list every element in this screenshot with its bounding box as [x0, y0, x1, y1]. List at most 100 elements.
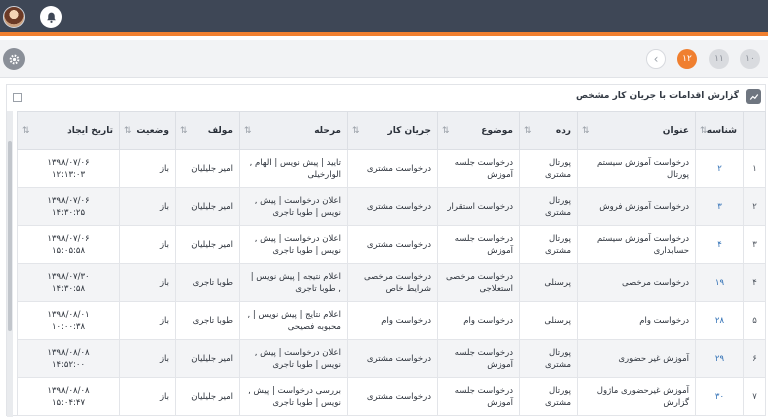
- row-stage: تایید | پیش نویس | الهام , الوارخیلی: [239, 149, 348, 188]
- row-stage: اعلام نتیجه | پیش نویس | , طوبا تاجری: [239, 263, 348, 302]
- row-category: پورتال مشتری: [519, 225, 578, 264]
- row-created-date: ۱۳۹۸/۰۸/۰۸: [47, 347, 90, 358]
- table-row[interactable]: ۱ ۲ درخواست آموزش سیستم پورتال پورتال مش…: [17, 149, 766, 188]
- report-panel: گزارش اقدامات با جریان کار مشخص شناسه ⇅ ع…: [6, 84, 766, 417]
- row-workflow: درخواست مشتری: [347, 187, 438, 226]
- row-status: باز: [119, 301, 176, 340]
- column-header-row-number: [743, 111, 766, 150]
- column-header-status[interactable]: وضعیت ⇅: [119, 111, 176, 150]
- table-row[interactable]: ۵ ۲۸ درخواست وام پرسنلی درخواست وام درخو…: [17, 301, 766, 340]
- row-status: باز: [119, 187, 176, 226]
- row-status: باز: [119, 339, 176, 378]
- row-created-date: ۱۳۹۸/۰۷/۰۶: [47, 157, 90, 168]
- column-header-subject[interactable]: موضوع ⇅: [437, 111, 520, 150]
- row-id-link[interactable]: ۴: [695, 225, 744, 264]
- row-number: ۷: [743, 377, 766, 416]
- sort-icon[interactable]: ⇅: [442, 126, 450, 136]
- sort-icon[interactable]: ⇅: [124, 126, 132, 136]
- row-created-date: ۱۳۹۸/۰۸/۰۱: [47, 309, 90, 320]
- row-created: ۱۳۹۸/۰۸/۰۱ ۱۰:۰۰:۳۸: [17, 301, 120, 340]
- row-created: ۱۳۹۸/۰۸/۰۸ ۱۵:۰۴:۴۷: [17, 377, 120, 416]
- row-created-date: ۱۳۹۸/۰۷/۰۶: [47, 195, 90, 206]
- page-button-10[interactable]: ۱۰: [740, 49, 760, 69]
- row-title: درخواست وام: [577, 301, 696, 340]
- page-button-11[interactable]: ۱۱: [709, 49, 729, 69]
- row-id-link[interactable]: ۱۹: [695, 263, 744, 302]
- bell-icon[interactable]: [40, 6, 62, 28]
- row-number: ۱: [743, 149, 766, 188]
- row-author: امیر جلیلیان: [175, 149, 240, 188]
- row-subject: درخواست جلسه آموزش: [437, 225, 520, 264]
- column-header-title[interactable]: عنوان ⇅: [577, 111, 696, 150]
- row-title: آموزش غیر حضوری: [577, 339, 696, 378]
- row-created-time: ۱۴:۳۰:۲۵: [51, 207, 86, 218]
- sort-icon[interactable]: ⇅: [524, 126, 532, 136]
- sort-icon[interactable]: ⇅: [700, 126, 708, 136]
- sort-icon[interactable]: ⇅: [582, 126, 590, 136]
- row-workflow: درخواست مشتری: [347, 225, 438, 264]
- row-title: درخواست آموزش سیستم پورتال: [577, 149, 696, 188]
- row-stage: اعلام نتایج | پیش نویس | , محبوبه فصیحی: [239, 301, 348, 340]
- report-chart-icon: [746, 89, 761, 104]
- row-created: ۱۳۹۸/۰۷/۰۶ ۱۲:۱۳:۰۳: [17, 149, 120, 188]
- table-row[interactable]: ۶ ۲۹ آموزش غیر حضوری پورتال مشتری درخواس…: [17, 339, 766, 378]
- row-category: پرسنلی: [519, 301, 578, 340]
- row-created-time: ۱۵:۰۵:۵۸: [51, 245, 86, 256]
- table-row[interactable]: ۳ ۴ درخواست آموزش سیستم حسابداری پورتال …: [17, 225, 766, 264]
- table-row[interactable]: ۲ ۳ درخواست آموزش فروش پورتال مشتری درخو…: [17, 187, 766, 226]
- column-header-id[interactable]: شناسه ⇅: [695, 111, 744, 150]
- row-workflow: درخواست مرخصی شرایط خاص: [347, 263, 438, 302]
- row-created-time: ۱۲:۱۳:۰۳: [51, 169, 86, 180]
- row-stage: بررسی درخواست | پیش , نویس | طوبا تاجری: [239, 377, 348, 416]
- gear-icon[interactable]: [3, 48, 25, 70]
- row-stage: اعلان درخواست | پیش , نویس | طوبا تاجری: [239, 187, 348, 226]
- row-created-time: ۱۰:۰۰:۳۸: [51, 321, 86, 332]
- sort-icon[interactable]: ⇅: [180, 126, 188, 136]
- row-created: ۱۳۹۸/۰۷/۰۶ ۱۴:۳۰:۲۵: [17, 187, 120, 226]
- row-author: امیر جلیلیان: [175, 225, 240, 264]
- sort-icon[interactable]: ⇅: [22, 126, 30, 136]
- table-row[interactable]: ۴ ۱۹ درخواست مرخصی پرسنلی درخواست مرخصی …: [17, 263, 766, 302]
- row-id-link[interactable]: ۲: [695, 149, 744, 188]
- row-category: پورتال مشتری: [519, 377, 578, 416]
- scrollbar-thumb[interactable]: [8, 141, 12, 331]
- row-author: امیر جلیلیان: [175, 377, 240, 416]
- sort-icon[interactable]: ⇅: [244, 126, 252, 136]
- page-button-12[interactable]: ۱۲: [677, 49, 697, 69]
- column-header-stage[interactable]: مرحله ⇅: [239, 111, 348, 150]
- row-author: طوبا تاجری: [175, 301, 240, 340]
- row-number: ۲: [743, 187, 766, 226]
- table-row[interactable]: ۷ ۳۰ آموزش غیرحضوری ماژول گزارش پورتال م…: [17, 377, 766, 416]
- row-created-date: ۱۳۹۸/۰۸/۰۸: [47, 385, 90, 396]
- row-id-link[interactable]: ۲۸: [695, 301, 744, 340]
- row-created-time: ۱۴:۳۰:۵۸: [51, 283, 86, 294]
- row-workflow: درخواست مشتری: [347, 339, 438, 378]
- sort-icon[interactable]: ⇅: [352, 126, 360, 136]
- row-subject: درخواست استقرار: [437, 187, 520, 226]
- select-all-checkbox[interactable]: [13, 93, 22, 102]
- row-id-link[interactable]: ۳۰: [695, 377, 744, 416]
- row-number: ۳: [743, 225, 766, 264]
- row-id-link[interactable]: ۳: [695, 187, 744, 226]
- row-id-link[interactable]: ۲۹: [695, 339, 744, 378]
- row-status: باز: [119, 149, 176, 188]
- row-category: پورتال مشتری: [519, 149, 578, 188]
- row-created: ۱۳۹۸/۰۷/۳۰ ۱۴:۳۰:۵۸: [17, 263, 120, 302]
- vertical-scrollbar[interactable]: [7, 111, 13, 417]
- row-workflow: درخواست مشتری: [347, 377, 438, 416]
- row-workflow: درخواست وام: [347, 301, 438, 340]
- column-header-created[interactable]: تاریخ ایجاد ⇅: [17, 111, 120, 150]
- top-bar: [0, 0, 768, 36]
- row-number: ۵: [743, 301, 766, 340]
- column-header-workflow[interactable]: جریان کار ⇅: [347, 111, 438, 150]
- column-header-author[interactable]: مولف ⇅: [175, 111, 240, 150]
- row-subject: درخواست جلسه آموزش: [437, 339, 520, 378]
- row-created: ۱۳۹۸/۰۸/۰۸ ۱۴:۵۲:۰۰: [17, 339, 120, 378]
- column-header-category[interactable]: رده ⇅: [519, 111, 578, 150]
- table-header-row: شناسه ⇅ عنوان ⇅ رده ⇅ موضوع ⇅ جریان کار ⇅ مرح…: [17, 111, 766, 150]
- row-author: امیر جلیلیان: [175, 187, 240, 226]
- row-title: آموزش غیرحضوری ماژول گزارش: [577, 377, 696, 416]
- row-created: ۱۳۹۸/۰۷/۰۶ ۱۵:۰۵:۵۸: [17, 225, 120, 264]
- pagination-back-button[interactable]: ‹: [646, 49, 666, 69]
- user-avatar-icon[interactable]: [3, 6, 25, 28]
